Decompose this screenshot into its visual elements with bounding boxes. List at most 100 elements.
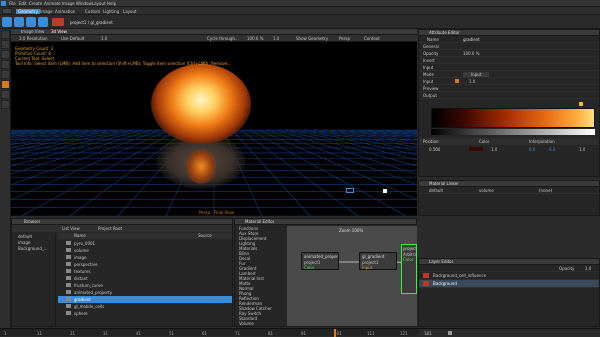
material-list-item[interactable]: Volume	[235, 321, 285, 326]
camera-tool-icon[interactable]	[1, 70, 10, 79]
linker-volume[interactable]: volume	[479, 188, 494, 193]
tree-input[interactable]: Input	[423, 65, 433, 70]
file-item[interactable]: gradient	[58, 296, 232, 303]
light-tool-icon[interactable]	[1, 90, 10, 99]
viewport-3d[interactable]: Geometry Count: 2 Primitive Count: 8 Cur…	[11, 42, 417, 216]
project-root-dropdown[interactable]: Project Root	[98, 226, 122, 231]
tree-invert[interactable]: Invert	[423, 58, 435, 63]
list-view-button[interactable]: List View	[62, 226, 80, 231]
file-item[interactable]: gl_mobile_cells	[58, 303, 232, 310]
file-icon	[66, 241, 71, 245]
file-item[interactable]: textures	[58, 268, 232, 275]
tree-output[interactable]: Output	[423, 93, 437, 98]
menu-animate[interactable]: Animate	[44, 1, 61, 6]
material-editor: Material Editor Functions Aux Store Displa…	[234, 218, 417, 327]
file-item[interactable]: animated_property	[58, 289, 232, 296]
stop-g-field[interactable]: 0.0	[529, 147, 535, 152]
node-animated-property[interactable]: animated_property project1 Color	[301, 252, 339, 270]
node-graph[interactable]: Zoom 100% animated_property project1 Col…	[287, 226, 417, 326]
layer-visibility-icon[interactable]	[423, 273, 429, 278]
record-icon[interactable]	[52, 18, 64, 26]
tab-image[interactable]: Image	[40, 9, 53, 14]
transform-icon[interactable]	[2, 17, 12, 27]
opacity-field[interactable]: 100.0 %	[463, 51, 480, 56]
play-icon[interactable]	[448, 331, 452, 335]
resolution-dropdown[interactable]: 3.0 Resolution	[19, 36, 48, 41]
layout-menu-icon[interactable]	[2, 8, 12, 14]
menu-window[interactable]: Window	[76, 1, 92, 6]
rotate-icon[interactable]	[14, 17, 24, 27]
file-item[interactable]: image	[58, 254, 232, 261]
exposure-field[interactable]: 1.0	[273, 36, 279, 41]
link-icon[interactable]	[455, 79, 459, 83]
file-item[interactable]: volume	[58, 247, 232, 254]
context-dropdown[interactable]: Context	[364, 36, 380, 41]
camera-dropdown[interactable]: Persp	[339, 36, 350, 41]
active-tool-icon[interactable]	[1, 80, 10, 89]
show-geometry-toggle[interactable]: Show Geometry	[296, 36, 328, 41]
alpha-ramp[interactable]	[431, 129, 595, 135]
mode-dropdown[interactable]: Input	[463, 72, 490, 77]
tab-lighting[interactable]: Lighting	[103, 9, 119, 14]
zoom-field[interactable]: 100.0 %	[247, 36, 264, 41]
menu-image[interactable]: Image	[62, 1, 75, 6]
layer-opacity-field[interactable]: 1.0	[585, 266, 591, 271]
tab-layout[interactable]: Layout	[123, 9, 137, 14]
menu-layout[interactable]: Layout	[92, 1, 106, 6]
tree-mode[interactable]: Mode	[423, 72, 434, 77]
linker-none[interactable]: (none)	[539, 188, 552, 193]
menu-create[interactable]: Create	[29, 1, 42, 6]
column-name[interactable]: Name	[74, 233, 86, 238]
cycle-dropdown[interactable]: Cycle through...	[207, 36, 239, 41]
menu-edit[interactable]: Edit	[19, 1, 27, 6]
stop-b-field[interactable]: 0.0	[549, 147, 555, 152]
stop-r-field[interactable]: 1.0	[491, 147, 497, 152]
gradient-ramp[interactable]	[431, 108, 595, 128]
folder-background[interactable]: Background_...	[12, 245, 55, 251]
file-item[interactable]: pyro_0001	[58, 240, 232, 247]
tab-3d-view[interactable]: 3d View	[51, 29, 67, 34]
lasso-tool-icon[interactable]	[1, 40, 10, 49]
input-field[interactable]: 1.0	[469, 79, 475, 84]
tree-general[interactable]: General	[423, 44, 439, 49]
file-item[interactable]: sphere	[58, 310, 232, 317]
gamma-field[interactable]: 1.0	[101, 36, 107, 41]
measure-tool-icon[interactable]	[1, 100, 10, 109]
name-field[interactable]: gradient	[463, 37, 480, 42]
select-tool-icon[interactable]	[1, 30, 10, 39]
menu-help[interactable]: Help	[107, 1, 116, 6]
linker-default[interactable]: default	[429, 188, 443, 193]
menu-file[interactable]: File	[9, 1, 16, 6]
current-frame-field[interactable]: 181	[424, 331, 432, 336]
folder-tree: default image Background_...	[12, 233, 56, 326]
node-output[interactable]: project1 Arbitrary Output Color	[401, 244, 417, 294]
tab-custom[interactable]: Custom	[85, 9, 100, 14]
layer-visibility-icon[interactable]	[423, 281, 429, 286]
tree-preview[interactable]: Preview	[423, 86, 439, 91]
stop-position-field[interactable]: 0.500	[429, 147, 440, 152]
gradient-stop-icon[interactable]	[579, 102, 583, 106]
tree-opacity[interactable]: Opacity	[423, 51, 438, 56]
scale-icon[interactable]	[26, 17, 36, 27]
file-item[interactable]: frustum_curve	[58, 282, 232, 289]
brush-tool-icon[interactable]	[1, 60, 10, 69]
file-icon	[66, 262, 71, 266]
timeline[interactable]: 1 11 21 31 41 51 61 71 81 91 101 111 121	[0, 328, 418, 337]
paint-tool-icon[interactable]	[1, 50, 10, 59]
file-item[interactable]: perspective	[58, 261, 232, 268]
layer-background[interactable]: Background	[433, 281, 457, 286]
stop-interp-label: Interpolation	[529, 139, 555, 144]
tab-geometry[interactable]: Geometry	[16, 9, 40, 14]
tree-input-value[interactable]: Input	[423, 79, 433, 84]
file-item[interactable]: distant	[58, 275, 232, 282]
move-icon[interactable]	[38, 17, 48, 27]
file-icon	[66, 248, 71, 252]
layer-cell-influence[interactable]: Background_cell_influence	[433, 273, 486, 278]
tab-animation[interactable]: Animation	[55, 9, 75, 14]
stop-a-field[interactable]: 1.0	[579, 147, 585, 152]
node-gl-gradient[interactable]: gl_gradient project1 Input	[359, 252, 397, 270]
column-source[interactable]: Source	[198, 233, 212, 238]
default-dropdown[interactable]: Use Default	[61, 36, 84, 41]
tab-image-view[interactable]: Image View	[21, 29, 44, 34]
stop-color-swatch[interactable]	[469, 147, 483, 151]
